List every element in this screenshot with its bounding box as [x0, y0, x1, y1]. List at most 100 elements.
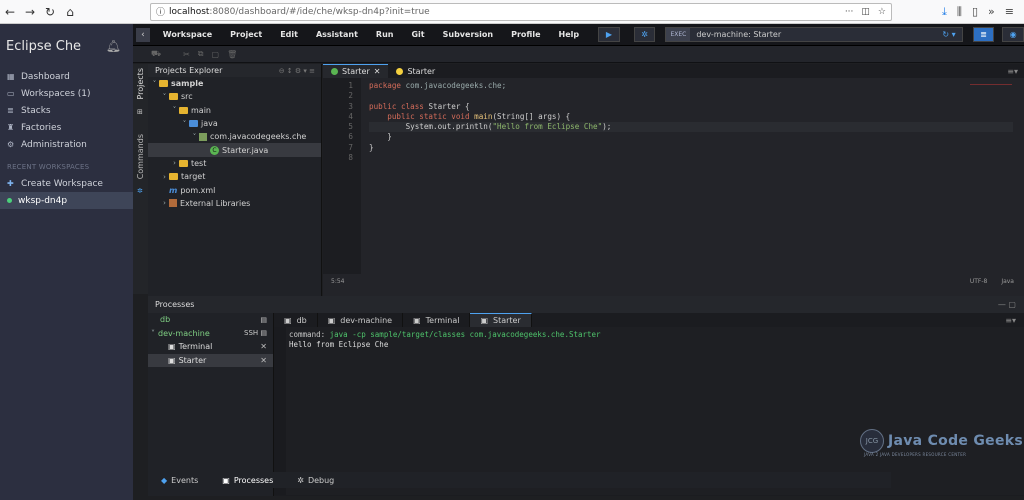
process-tree: db ▤ ˅ dev-machine SSH ▤ ▣ Terminal ✕ ▣ Starte…: [148, 313, 274, 495]
menu-edit[interactable]: Edit: [271, 30, 307, 39]
tab-starter-run[interactable]: Starter: [388, 64, 443, 78]
tree-item-target[interactable]: › target: [148, 170, 321, 183]
language[interactable]: Java: [1001, 278, 1014, 285]
print-end: );: [602, 122, 612, 132]
close-icon[interactable]: ✕: [260, 356, 267, 365]
tab-processes[interactable]: ▣ Processes: [210, 476, 285, 485]
sidebar-icon[interactable]: ▯: [972, 5, 978, 19]
url-bar[interactable]: ⓘ localhost:8080/dashboard/#/ide/che/wks…: [150, 2, 892, 21]
collapse-sidebar-icon[interactable]: ‹: [136, 27, 150, 42]
tree-item-sample[interactable]: ˅ sample: [148, 77, 321, 90]
list-view-icon[interactable]: ≣: [972, 27, 995, 42]
process-dev-machine[interactable]: ˅ dev-machine SSH ▤: [148, 327, 273, 341]
tree-label: sample: [171, 79, 204, 89]
menu-subversion[interactable]: Subversion: [434, 30, 502, 39]
library-icon[interactable]: ⫼: [957, 5, 962, 19]
tree-item-starter-java[interactable]: C Starter.java: [148, 143, 321, 157]
home-icon[interactable]: ⌂: [60, 2, 80, 22]
menu-icon[interactable]: ≡: [1005, 5, 1014, 19]
bookmark-star-icon[interactable]: ☆: [878, 7, 886, 17]
output-tab-db[interactable]: ▣ db: [274, 313, 318, 327]
expand-icon[interactable]: ˅: [190, 133, 199, 141]
collapse-icon[interactable]: ›: [160, 173, 169, 181]
run-button[interactable]: ▶: [598, 27, 620, 42]
workspace-item-active[interactable]: wksp-dn4p: [0, 192, 133, 209]
panel-menu-icon[interactable]: — ▢: [998, 300, 1016, 309]
overflow-icon[interactable]: »: [988, 5, 995, 19]
tree-item-external-libraries[interactable]: › External Libraries: [148, 197, 321, 210]
reload-icon[interactable]: ↻: [40, 2, 60, 22]
expand-icon[interactable]: ˅: [160, 93, 169, 101]
tabs-menu-icon[interactable]: ≡▾: [1007, 67, 1018, 76]
menu-assistant[interactable]: Assistant: [307, 30, 367, 39]
tree-item-test[interactable]: › test: [148, 157, 321, 170]
output-tab-terminal[interactable]: ▣ Terminal: [403, 313, 471, 327]
create-workspace-label: Create Workspace: [21, 178, 103, 189]
copy-icon[interactable]: ⧉: [198, 49, 204, 59]
tree-item-pom[interactable]: m pom.xml: [148, 183, 321, 196]
tab-debug[interactable]: ✲ Debug: [285, 476, 346, 485]
menu-workspace[interactable]: Workspace: [154, 30, 221, 39]
menu-run[interactable]: Run: [367, 30, 403, 39]
output-tab-starter[interactable]: ▣ Starter: [470, 313, 532, 327]
output-line: Hello from Eclipse Che: [289, 340, 389, 349]
tab-starter[interactable]: Starter ✕: [323, 64, 389, 78]
paste-icon[interactable]: ▢: [212, 50, 220, 59]
machine-selector[interactable]: EXEC dev-machine: Starter ↻ ▾: [665, 27, 963, 42]
terminal-add-icon[interactable]: ▤: [260, 316, 267, 324]
expand-icon[interactable]: ˅: [150, 80, 159, 88]
back-icon[interactable]: ←: [0, 2, 20, 22]
tab-events[interactable]: ◆ Events: [149, 476, 210, 485]
ssh-label[interactable]: SSH ▤: [244, 329, 267, 337]
tree-item-java[interactable]: ˅ java: [148, 117, 321, 130]
output-menu-icon[interactable]: ≡▾: [1005, 316, 1016, 325]
info-icon[interactable]: ⓘ: [156, 5, 165, 18]
delete-icon[interactable]: 🗑︎: [227, 50, 237, 59]
close-icon[interactable]: ✕: [374, 67, 381, 76]
bell-icon[interactable]: 🔔︎: [106, 39, 121, 53]
download-icon[interactable]: ⤓: [942, 5, 947, 19]
collapse-icon[interactable]: ›: [160, 199, 169, 207]
nav-dashboard[interactable]: ▦ Dashboard: [0, 68, 133, 85]
tree-item-src[interactable]: ˅ src: [148, 90, 321, 103]
process-starter[interactable]: ▣ Starter ✕: [148, 353, 273, 367]
expand-icon[interactable]: ˅: [151, 329, 155, 338]
menu-profile[interactable]: Profile: [502, 30, 549, 39]
nav-workspaces[interactable]: ▭ Workspaces (1): [0, 85, 133, 102]
collapse-icon[interactable]: ›: [170, 159, 179, 167]
tab-commands[interactable]: Commands: [136, 130, 145, 183]
encoding[interactable]: UTF-8: [970, 278, 988, 285]
expand-icon[interactable]: ˅: [180, 120, 189, 128]
nav-administration[interactable]: ⚙ Administration: [0, 136, 133, 153]
tree-label: Starter.java: [222, 145, 269, 155]
menu-git[interactable]: Git: [402, 30, 433, 39]
more-icon[interactable]: ···: [845, 7, 854, 17]
expand-icon[interactable]: ˅: [170, 106, 179, 114]
nav-stacks[interactable]: ≣ Stacks: [0, 102, 133, 119]
refresh-icon[interactable]: ↻ ▾: [942, 30, 955, 39]
tree-item-package[interactable]: ˅ com.javacodegeeks.che: [148, 130, 321, 143]
nav-factories[interactable]: ♜ Factories: [0, 119, 133, 136]
settings-icon[interactable]: ◉: [1002, 27, 1024, 42]
folder-icon: [179, 106, 188, 114]
create-workspace-link[interactable]: ✚ Create Workspace: [0, 175, 133, 192]
output-tab-dev-machine[interactable]: ▣ dev-machine: [318, 313, 404, 327]
minimap[interactable]: [970, 84, 1012, 96]
debug-button[interactable]: ✲: [633, 27, 656, 42]
url-host: localhost: [169, 6, 210, 17]
explorer-toolbar-icons[interactable]: ⊖ ↕ ⚙ ▾ ≡: [279, 67, 315, 75]
new-file-icon[interactable]: ⛟: [151, 49, 161, 59]
code-area[interactable]: 1 2 3 4 5 6 7 8 package com.javacodegeek…: [323, 78, 1013, 274]
menu-project[interactable]: Project: [221, 30, 271, 39]
forward-icon[interactable]: →: [20, 2, 40, 22]
pocket-icon[interactable]: ◫: [861, 7, 870, 17]
close-icon[interactable]: ✕: [260, 342, 267, 351]
tab-label: Terminal: [425, 315, 460, 325]
cut-icon[interactable]: ✂: [183, 50, 190, 59]
process-terminal[interactable]: ▣ Terminal ✕: [148, 340, 273, 354]
menu-help[interactable]: Help: [550, 30, 589, 39]
output-text[interactable]: command: java -cp sample/target/classes …: [286, 327, 601, 495]
tab-projects[interactable]: Projects: [136, 64, 145, 104]
tree-item-main[interactable]: ˅ main: [148, 104, 321, 117]
process-db[interactable]: db ▤: [148, 313, 273, 327]
